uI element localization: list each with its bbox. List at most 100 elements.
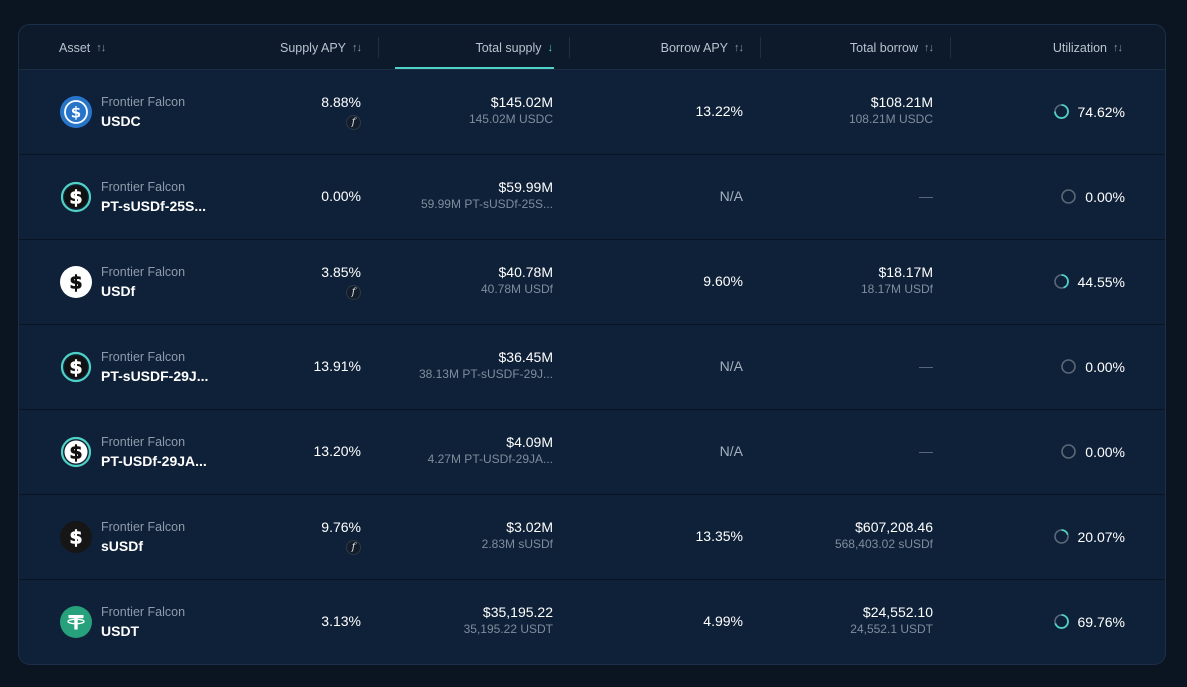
utilization-ring-icon xyxy=(1060,443,1085,460)
falcon-points-icon[interactable]: f xyxy=(346,285,361,300)
pt-susdf-icon: $ xyxy=(60,181,92,213)
total-borrow-amount: 108.21M USDC xyxy=(848,112,933,126)
total-borrow-usd: $24,552.10 xyxy=(862,604,933,620)
asset-symbol: PT-USDf-29JA... xyxy=(101,453,207,469)
column-divider xyxy=(378,37,379,58)
utilization-cell: 20.07% xyxy=(1053,528,1125,545)
column-header-label: Total borrow xyxy=(849,40,918,55)
utilization-value: 74.62% xyxy=(1077,103,1125,120)
asset-cell: Frontier Falcon PT-sUSDf-25S... xyxy=(101,180,206,215)
asset-cell: Frontier Falcon USDC xyxy=(101,95,185,130)
table-row[interactable]: Frontier Falcon USDT 3.13% $35,195.22 35… xyxy=(19,580,1165,664)
column-header-total-supply[interactable]: Total supply ↓ xyxy=(475,25,553,70)
total-borrow-amount: 24,552.1 USDT xyxy=(850,622,933,636)
total-supply-amount: 38.13M PT-sUSDF-29J... xyxy=(418,367,553,381)
asset-symbol: USDf xyxy=(101,283,136,299)
total-supply-amount: 59.99M PT-sUSDf-25S... xyxy=(420,197,553,211)
sort-icon: ↑↓ xyxy=(96,41,106,54)
supply-apy-cell: 3.85% f xyxy=(321,264,361,300)
sort-icon: ↑↓ xyxy=(924,41,934,54)
column-header-label: Utilization xyxy=(1052,40,1107,55)
total-supply-usd: $4.09M xyxy=(506,434,553,450)
total-supply-usd: $40.78M xyxy=(498,264,553,280)
markets-table: Asset ↑↓ Supply APY ↑↓ Total supply ↓ Borro… xyxy=(18,24,1166,665)
column-header-label: Supply APY xyxy=(279,40,346,55)
borrow-apy-value: N/A xyxy=(719,443,743,459)
column-header-supply-apy[interactable]: Supply APY ↑↓ xyxy=(279,25,362,70)
utilization-cell: 44.55% xyxy=(1053,273,1125,290)
supply-apy-value: 8.88% xyxy=(321,94,361,110)
active-sort-underline xyxy=(395,67,554,69)
total-supply-cell: $145.02M 145.02M USDC xyxy=(469,94,553,127)
borrow-apy-value: 4.99% xyxy=(703,613,743,629)
sort-icon: ↑↓ xyxy=(352,41,362,54)
utilization-ring-icon xyxy=(1053,273,1078,290)
asset-symbol: USDC xyxy=(101,113,141,129)
asset-platform: Frontier Falcon xyxy=(101,95,186,109)
total-supply-usd: $35,195.22 xyxy=(482,604,553,620)
table-row[interactable]: $ Frontier Falcon PT-sUSDf-25S... 0.00% … xyxy=(19,155,1165,240)
total-borrow-cell: — xyxy=(919,443,933,459)
total-borrow-cell: $18.17M 18.17M USDf xyxy=(861,264,933,297)
column-header-borrow-apy[interactable]: Borrow APY ↑↓ xyxy=(660,25,744,70)
utilization-cell: 74.62% xyxy=(1053,103,1125,120)
utilization-value: 44.55% xyxy=(1077,273,1125,290)
asset-cell: Frontier Falcon PT-USDf-29JA... xyxy=(101,435,207,470)
total-supply-cell: $36.45M 38.13M PT-sUSDF-29J... xyxy=(419,349,553,382)
sort-icon: ↑↓ xyxy=(734,41,744,54)
column-header-utilization[interactable]: Utilization ↑↓ xyxy=(1052,25,1123,70)
sort-desc-icon: ↓ xyxy=(547,41,554,54)
table-row[interactable]: $ Frontier Falcon USDC 8.88% f $145.02M … xyxy=(19,70,1165,155)
falcon-points-icon[interactable]: f xyxy=(346,540,361,555)
total-borrow-usd: $18.17M xyxy=(878,264,933,280)
supply-apy-cell: 3.13% xyxy=(321,613,361,630)
utilization-value: 0.00% xyxy=(1085,188,1125,205)
total-supply-cell: $3.02M 2.83M sUSDf xyxy=(482,519,553,552)
asset-cell: Frontier Falcon USDf xyxy=(101,265,185,300)
total-borrow-cell: $24,552.10 24,552.1 USDT xyxy=(850,604,933,637)
asset-platform: Frontier Falcon xyxy=(101,265,186,279)
total-supply-amount: 4.27M PT-USDf-29JA... xyxy=(427,452,553,466)
table-row[interactable]: $ Frontier Falcon PT-USDf-29JA... 13.20%… xyxy=(19,410,1165,495)
total-supply-usd: $3.02M xyxy=(506,519,553,535)
total-borrow-empty: — xyxy=(919,443,933,459)
sort-icon: ↑↓ xyxy=(1113,41,1123,54)
total-supply-cell: $35,195.22 35,195.22 USDT xyxy=(464,604,553,637)
svg-text:$: $ xyxy=(69,442,82,464)
utilization-value: 0.00% xyxy=(1085,358,1125,375)
supply-apy-value: 13.91% xyxy=(313,358,361,374)
total-supply-usd: $145.02M xyxy=(490,94,553,110)
pt-susdf-icon: $ xyxy=(60,351,92,383)
column-header-total-borrow[interactable]: Total borrow ↑↓ xyxy=(849,25,934,70)
supply-apy-cell: 9.76% f xyxy=(321,519,361,555)
total-supply-cell: $4.09M 4.27M PT-USDf-29JA... xyxy=(428,434,553,467)
total-borrow-empty: — xyxy=(919,358,933,374)
supply-apy-value: 0.00% xyxy=(321,188,361,204)
supply-apy-value: 3.13% xyxy=(321,613,361,629)
usdt-icon xyxy=(60,606,92,638)
utilization-cell: 0.00% xyxy=(1060,188,1125,205)
supply-apy-value: 3.85% xyxy=(321,264,361,280)
total-supply-amount: 40.78M USDf xyxy=(480,282,553,296)
asset-platform: Frontier Falcon xyxy=(101,520,186,534)
total-supply-cell: $59.99M 59.99M PT-sUSDf-25S... xyxy=(421,179,553,212)
asset-platform: Frontier Falcon xyxy=(101,180,186,194)
column-header-label: Asset xyxy=(59,40,91,55)
asset-cell: Frontier Falcon PT-sUSDF-29J... xyxy=(101,350,208,385)
total-borrow-usd: $607,208.46 xyxy=(855,519,933,535)
total-supply-amount: 2.83M sUSDf xyxy=(481,537,553,551)
total-borrow-amount: 568,403.02 sUSDf xyxy=(834,537,933,551)
falcon-points-icon[interactable]: f xyxy=(346,115,361,130)
total-borrow-cell: $108.21M 108.21M USDC xyxy=(849,94,933,127)
table-row[interactable]: $ Frontier Falcon sUSDf 9.76% f $3.02M 2… xyxy=(19,495,1165,580)
table-row[interactable]: $ Frontier Falcon PT-sUSDF-29J... 13.91%… xyxy=(19,325,1165,410)
column-divider xyxy=(950,37,951,58)
utilization-value: 0.00% xyxy=(1085,443,1125,460)
column-header-label: Borrow APY xyxy=(660,40,728,55)
table-row[interactable]: $ Frontier Falcon USDf 3.85% f $40.78M 4… xyxy=(19,240,1165,325)
total-supply-usd: $59.99M xyxy=(498,179,553,195)
utilization-ring-icon xyxy=(1060,358,1085,375)
column-header-asset[interactable]: Asset ↑↓ xyxy=(59,25,106,70)
utilization-value: 20.07% xyxy=(1077,528,1125,545)
asset-symbol: PT-sUSDf-25S... xyxy=(101,198,207,214)
